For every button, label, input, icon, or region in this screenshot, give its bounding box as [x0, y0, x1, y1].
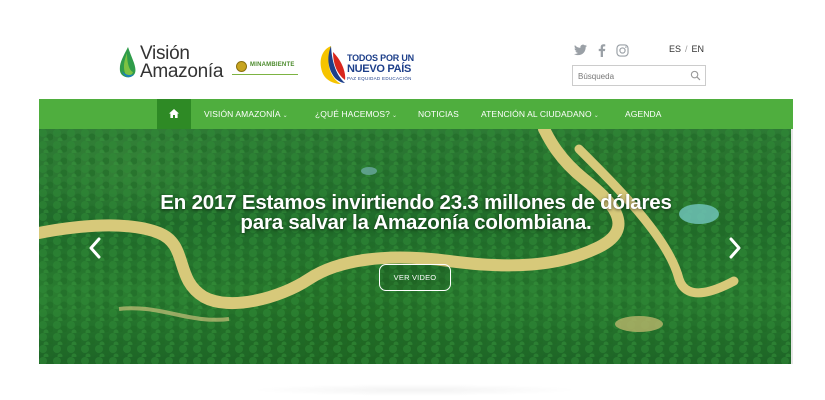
todos-line2: NUEVO PAÍS [347, 63, 412, 75]
instagram-icon[interactable] [616, 43, 629, 57]
nav-item-que-hacemos[interactable]: ¿QUÉ HACEMOS? ⌄ [315, 109, 397, 119]
search-input[interactable] [578, 69, 688, 83]
nav-item-noticias[interactable]: NOTICIAS [418, 109, 459, 119]
chevron-down-icon: ⌄ [282, 113, 288, 119]
facebook-icon[interactable] [595, 43, 608, 57]
chevron-down-icon: ⌄ [391, 113, 398, 119]
todos-line1: TODOS POR UN [347, 53, 414, 63]
nav-item-atencion-al-ciudadano[interactable]: ATENCIÓN AL CIUDADANO ⌄ [481, 109, 599, 119]
seal-icon [236, 61, 247, 72]
lang-en[interactable]: EN [692, 44, 705, 54]
main-nav: VISIÓN AMAZONÍA ⌄ ¿QUÉ HACEMOS? ⌄ NOTICIAS… [39, 99, 793, 129]
nav-item-label: AGENDA [625, 109, 662, 119]
search-box [572, 65, 706, 86]
slider-prev-arrow-icon[interactable] [87, 237, 103, 259]
nav-item-label: NOTICIAS [418, 109, 459, 119]
twitter-icon[interactable] [574, 44, 587, 57]
nav-item-label: VISIÓN AMAZONÍA [204, 109, 281, 119]
amazon-river-image [39, 129, 793, 364]
ver-video-button[interactable]: VER VIDEO [379, 264, 451, 291]
slider-next-arrow-icon[interactable] [727, 237, 743, 259]
drop-icon [119, 47, 136, 78]
nav-item-vision-amazonia[interactable]: VISIÓN AMAZONÍA ⌄ [204, 109, 288, 119]
minambiente-logo[interactable]: MINAMBIENTE [232, 58, 298, 76]
chevron-down-icon: ⌄ [593, 113, 599, 119]
hero-slider: En 2017 Estamos invirtiendo 23.3 millone… [39, 129, 793, 364]
vision-amazonia-logo[interactable]: Visión Amazonía [118, 43, 223, 83]
social-links [574, 42, 629, 58]
site-header: Visión Amazonía MINAMBIENTE TODOS POR UN… [0, 0, 825, 100]
hero-headline: En 2017 Estamos invirtiendo 23.3 millone… [39, 191, 793, 234]
minambiente-label: MINAMBIENTE [250, 62, 295, 68]
home-icon [169, 109, 179, 118]
language-switcher: ES / EN [669, 44, 704, 54]
hero-headline-line1: En 2017 Estamos invirtiendo 23.3 millone… [160, 191, 672, 214]
lang-separator: / [685, 44, 688, 54]
logo-text-amazonia: Amazonía [140, 61, 224, 82]
home-button[interactable] [157, 99, 191, 129]
search-icon[interactable] [690, 70, 701, 81]
divider [232, 74, 298, 75]
flag-swirl-icon [320, 46, 346, 84]
nav-item-label: ¿QUÉ HACEMOS? [315, 109, 390, 119]
hero-headline-line2: para salvar la Amazonía colombiana. [240, 211, 592, 234]
nav-item-label: ATENCIÓN AL CIUDADANO [481, 109, 592, 119]
lang-es[interactable]: ES [669, 44, 681, 54]
todos-line3: PAZ EQUIDAD EDUCACIÓN [347, 76, 412, 81]
nav-item-agenda[interactable]: AGENDA [625, 109, 662, 119]
shadow-decoration [250, 384, 580, 396]
scrollbar [791, 129, 793, 364]
todos-por-un-nuevo-pais-logo[interactable]: TODOS POR UN NUEVO PAÍS PAZ EQUIDAD EDUC… [317, 44, 417, 86]
